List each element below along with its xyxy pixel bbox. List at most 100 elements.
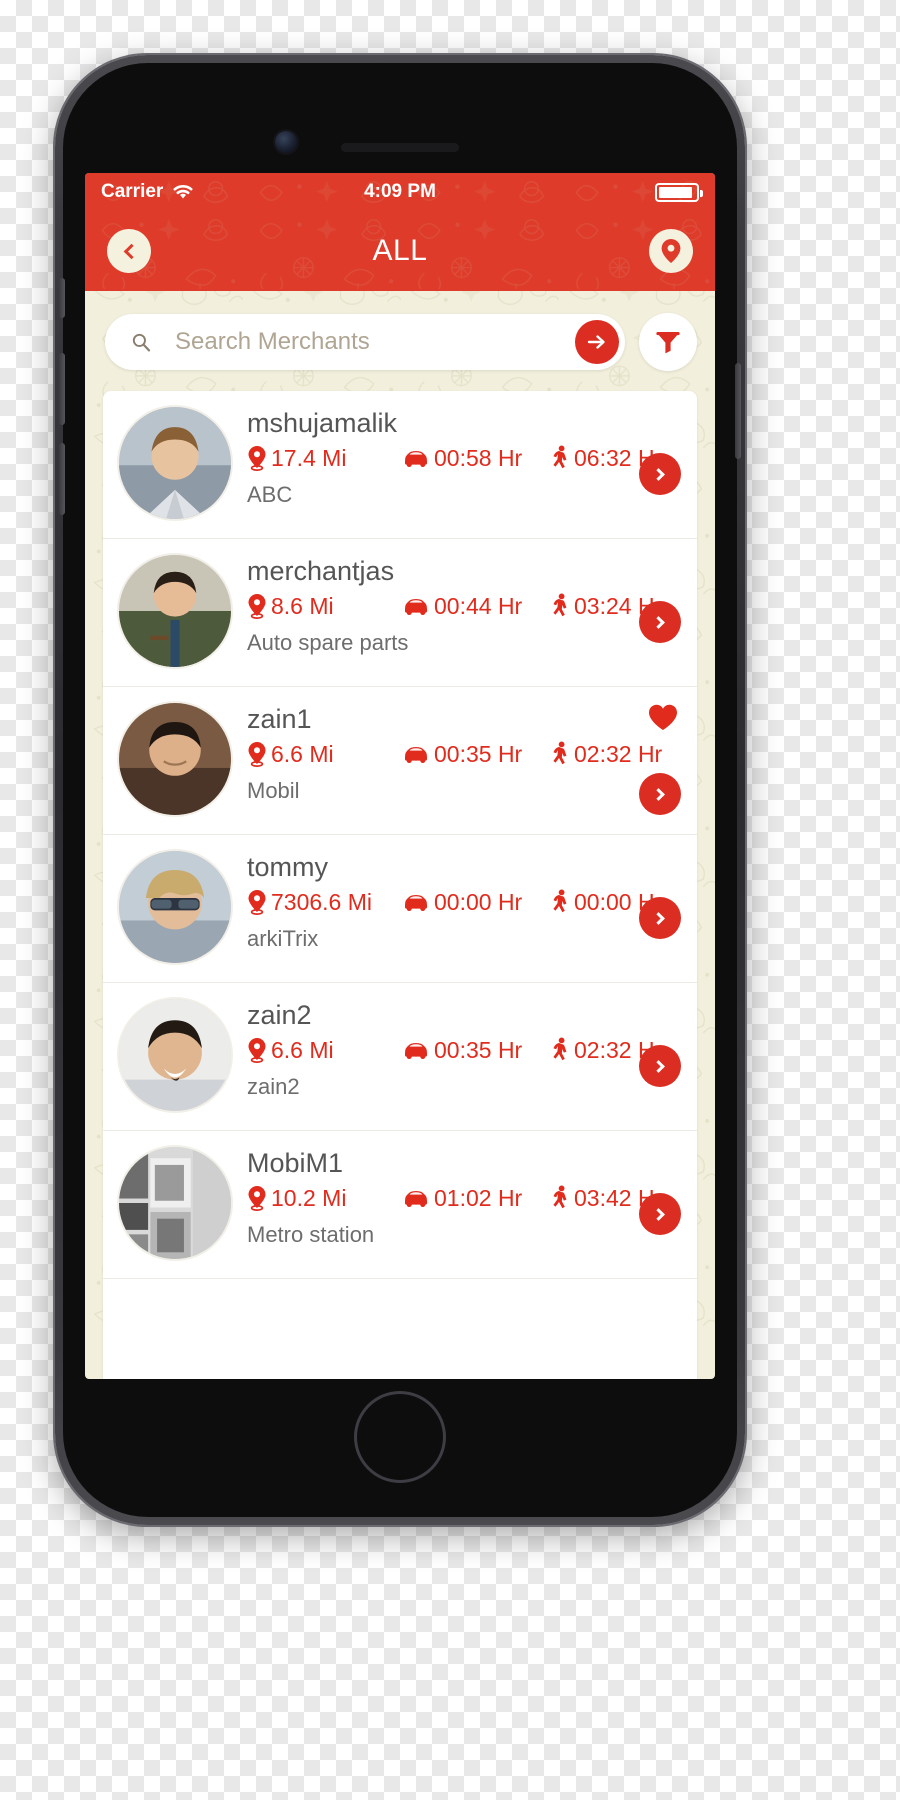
volume-up-button[interactable]: [59, 353, 65, 425]
table-row[interactable]: MobiM1 10.2 Mi 01:02 Hr 03:42 Hr Metro s…: [103, 1131, 697, 1279]
silent-switch[interactable]: [59, 278, 65, 318]
navigation-bar: ALL: [85, 211, 715, 291]
table-row[interactable]: zain1 6.6 Mi 00:35 Hr 02:32 Hr Mobil: [103, 687, 697, 835]
drive-time-value: 00:00 Hr: [434, 888, 523, 915]
car-icon: [405, 895, 427, 912]
home-button[interactable]: [354, 1391, 446, 1483]
carrier-label: Carrier: [101, 181, 164, 202]
row-content: tommy 7306.6 Mi 00:00 Hr 00:00 Hr arkiTr…: [247, 851, 683, 952]
drive-time-value: 00:35 Hr: [434, 740, 523, 767]
merchant-metrics: 10.2 Mi 01:02 Hr 03:42 Hr: [247, 1185, 683, 1212]
row-content: MobiM1 10.2 Mi 01:02 Hr 03:42 Hr Metro s…: [247, 1147, 683, 1248]
row-detail-button[interactable]: [639, 897, 681, 939]
row-content: merchantjas 8.6 Mi 00:44 Hr 03:24 Hr Aut…: [247, 555, 683, 656]
avatar: [119, 703, 231, 815]
search-box[interactable]: [105, 314, 625, 370]
back-button[interactable]: [107, 229, 151, 273]
distance-value: 8.6 Mi: [271, 592, 334, 619]
search-submit-button[interactable]: [575, 320, 619, 364]
map-pin-icon: [661, 239, 681, 263]
avatar: [119, 1147, 231, 1259]
page-title: ALL: [372, 234, 428, 267]
drive-time-metric: 00:35 Hr: [402, 1037, 552, 1064]
distance-value: 10.2 Mi: [271, 1184, 347, 1211]
search-row: [85, 291, 715, 391]
chevron-right-icon: [652, 467, 665, 481]
map-pin-icon: [248, 1038, 266, 1064]
merchant-name: mshujamalik: [247, 408, 398, 438]
car-icon: [405, 1191, 427, 1208]
filter-button[interactable]: [639, 313, 697, 371]
power-button[interactable]: [735, 363, 741, 459]
distance-value: 7306.6 Mi: [271, 888, 373, 915]
merchant-name: tommy: [247, 852, 328, 882]
merchant-category: Metro station: [247, 1221, 375, 1247]
earpiece-speaker: [341, 143, 459, 152]
merchant-category: Mobil: [247, 777, 300, 803]
map-pin-icon: [248, 1186, 266, 1212]
drive-time-metric: 01:02 Hr: [402, 1185, 552, 1212]
phone-inner-frame: Carrier 4:09 PM ALL Search Merchants msh…: [59, 63, 741, 1517]
merchant-metrics: 8.6 Mi 00:44 Hr 03:24 Hr: [247, 593, 683, 620]
table-row[interactable]: zain2 6.6 Mi 00:35 Hr 02:32 Hr zain2: [103, 983, 697, 1131]
avatar: [119, 555, 231, 667]
table-row[interactable]: mshujamalik 17.4 Mi 00:58 Hr 06:32 Hr AB…: [103, 391, 697, 539]
chevron-left-icon: [123, 243, 139, 259]
drive-time-metric: 00:00 Hr: [402, 889, 552, 916]
drive-time-metric: 00:44 Hr: [402, 593, 552, 620]
merchant-name: zain2: [247, 1000, 312, 1030]
merchant-name: merchantjas: [247, 556, 395, 586]
merchant-category: Auto spare parts: [247, 629, 409, 655]
row-content: mshujamalik 17.4 Mi 00:58 Hr 06:32 Hr AB…: [247, 407, 683, 508]
merchant-list[interactable]: mshujamalik 17.4 Mi 00:58 Hr 06:32 Hr AB…: [103, 391, 697, 1379]
distance-metric: 7306.6 Mi: [247, 889, 402, 916]
table-row[interactable]: merchantjas 8.6 Mi 00:44 Hr 03:24 Hr Aut…: [103, 539, 697, 687]
merchant-metrics: 7306.6 Mi 00:00 Hr 00:00 Hr: [247, 889, 683, 916]
walking-person-icon: [553, 741, 567, 765]
row-detail-button[interactable]: [639, 453, 681, 495]
distance-metric: 8.6 Mi: [247, 593, 402, 620]
walking-person-icon: [553, 593, 567, 617]
drive-time-metric: 00:58 Hr: [402, 445, 552, 472]
map-pin-icon: [248, 890, 266, 916]
arrow-right-icon: [587, 335, 605, 349]
car-icon: [405, 599, 427, 616]
chevron-right-icon: [652, 1059, 665, 1073]
distance-metric: 10.2 Mi: [247, 1185, 402, 1212]
merchant-name: zain1: [247, 704, 312, 734]
merchant-category: zain2: [247, 1073, 300, 1099]
drive-time-value: 01:02 Hr: [434, 1184, 523, 1211]
distance-value: 6.6 Mi: [271, 740, 334, 767]
app-screen: Carrier 4:09 PM ALL Search Merchants msh…: [85, 173, 715, 1379]
map-pin-icon: [248, 742, 266, 768]
screen-bezel: Carrier 4:09 PM ALL Search Merchants msh…: [85, 173, 715, 1379]
walking-person-icon: [553, 1037, 567, 1061]
row-detail-button[interactable]: [639, 1193, 681, 1235]
chevron-right-icon: [652, 615, 665, 629]
distance-value: 6.6 Mi: [271, 1036, 334, 1063]
row-detail-button[interactable]: [639, 601, 681, 643]
distance-metric: 6.6 Mi: [247, 1037, 402, 1064]
heart-icon: [649, 704, 677, 730]
row-detail-button[interactable]: [639, 773, 681, 815]
favorite-toggle[interactable]: [647, 703, 679, 737]
search-input[interactable]: [151, 328, 575, 356]
merchant-metrics: 6.6 Mi 00:35 Hr 02:32 Hr: [247, 741, 683, 768]
drive-time-value: 00:44 Hr: [434, 592, 523, 619]
volume-down-button[interactable]: [59, 443, 65, 515]
search-icon: [132, 333, 151, 352]
chevron-right-icon: [652, 1207, 665, 1221]
row-detail-button[interactable]: [639, 1045, 681, 1087]
battery-icon: [655, 182, 703, 202]
wifi-icon: [173, 184, 193, 199]
map-location-button[interactable]: [649, 229, 693, 273]
car-icon: [405, 451, 427, 468]
walking-person-icon: [553, 445, 567, 469]
merchant-metrics: 6.6 Mi 00:35 Hr 02:32 Hr: [247, 1037, 683, 1064]
distance-metric: 6.6 Mi: [247, 741, 402, 768]
car-icon: [405, 1043, 427, 1060]
table-row[interactable]: tommy 7306.6 Mi 00:00 Hr 00:00 Hr arkiTr…: [103, 835, 697, 983]
merchant-category: ABC: [247, 481, 293, 507]
chevron-right-icon: [652, 787, 665, 801]
walking-person-icon: [553, 1185, 567, 1209]
